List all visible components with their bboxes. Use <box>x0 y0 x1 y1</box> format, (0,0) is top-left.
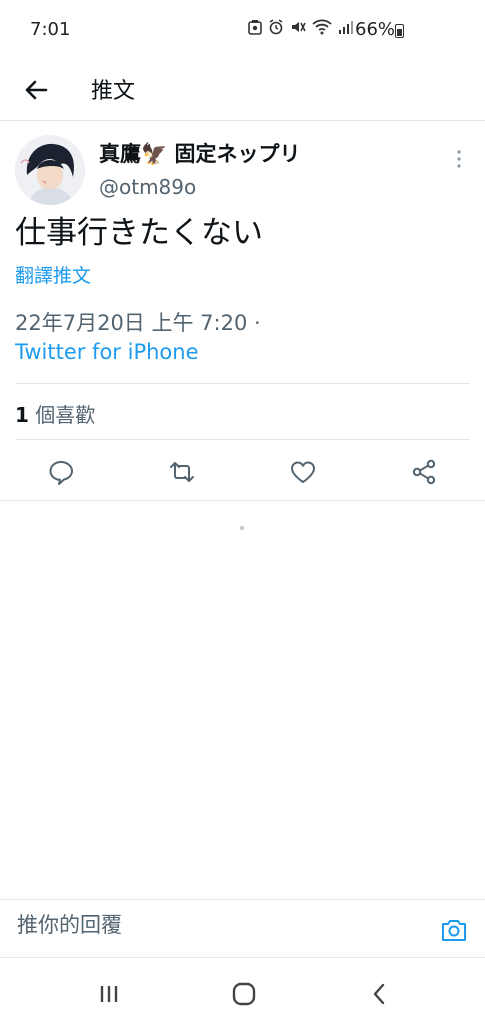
signal-icon <box>339 21 353 34</box>
more-options-icon[interactable] <box>452 147 466 171</box>
tweet-text: 仕事行きたくない <box>15 215 263 251</box>
likes-label: 個喜歡 <box>35 403 96 427</box>
likes-count: 1 <box>15 403 29 427</box>
reply-icon[interactable] <box>47 458 75 486</box>
translate-tweet-link[interactable]: 翻譯推文 <box>15 261 91 288</box>
recent-apps-icon[interactable] <box>95 980 123 1008</box>
battery-percent: 66% <box>355 19 396 40</box>
camera-icon[interactable] <box>440 916 468 944</box>
alarm-icon <box>269 19 283 35</box>
reply-input[interactable] <box>15 912 399 938</box>
whatsapp-icon <box>248 20 262 35</box>
divider <box>15 383 470 384</box>
system-nav-bar <box>0 960 485 1024</box>
avatar-image <box>15 135 85 205</box>
tweet-actions <box>0 446 485 498</box>
reply-bar <box>0 899 485 958</box>
tweet-timestamp: 22年7月20日 上午 7:20 · <box>15 311 261 335</box>
wifi-icon <box>312 19 332 35</box>
tweet-source-link[interactable]: Twitter for iPhone <box>15 340 199 364</box>
divider <box>15 439 470 440</box>
divider <box>0 500 485 501</box>
status-bar: 7:01 66% <box>0 0 485 60</box>
page-title: 推文 <box>91 79 136 104</box>
back-nav-icon[interactable] <box>366 980 394 1008</box>
home-icon[interactable] <box>230 980 258 1008</box>
like-heart-icon[interactable] <box>289 458 317 486</box>
status-icons <box>248 19 354 35</box>
battery-icon <box>395 24 404 38</box>
status-time: 7:01 <box>30 19 71 40</box>
loading-indicator <box>240 526 244 530</box>
top-app-bar: 推文 <box>0 60 485 121</box>
author-name[interactable]: 真鷹🦅 固定ネップリ <box>99 138 300 168</box>
retweet-icon[interactable] <box>168 458 196 486</box>
mute-icon <box>292 22 306 32</box>
back-arrow-icon[interactable] <box>20 74 52 106</box>
share-icon[interactable] <box>410 458 438 486</box>
author-handle[interactable]: @otm89o <box>99 175 196 199</box>
likes-summary[interactable]: 1 個喜歡 <box>15 399 95 428</box>
avatar[interactable] <box>15 135 85 205</box>
